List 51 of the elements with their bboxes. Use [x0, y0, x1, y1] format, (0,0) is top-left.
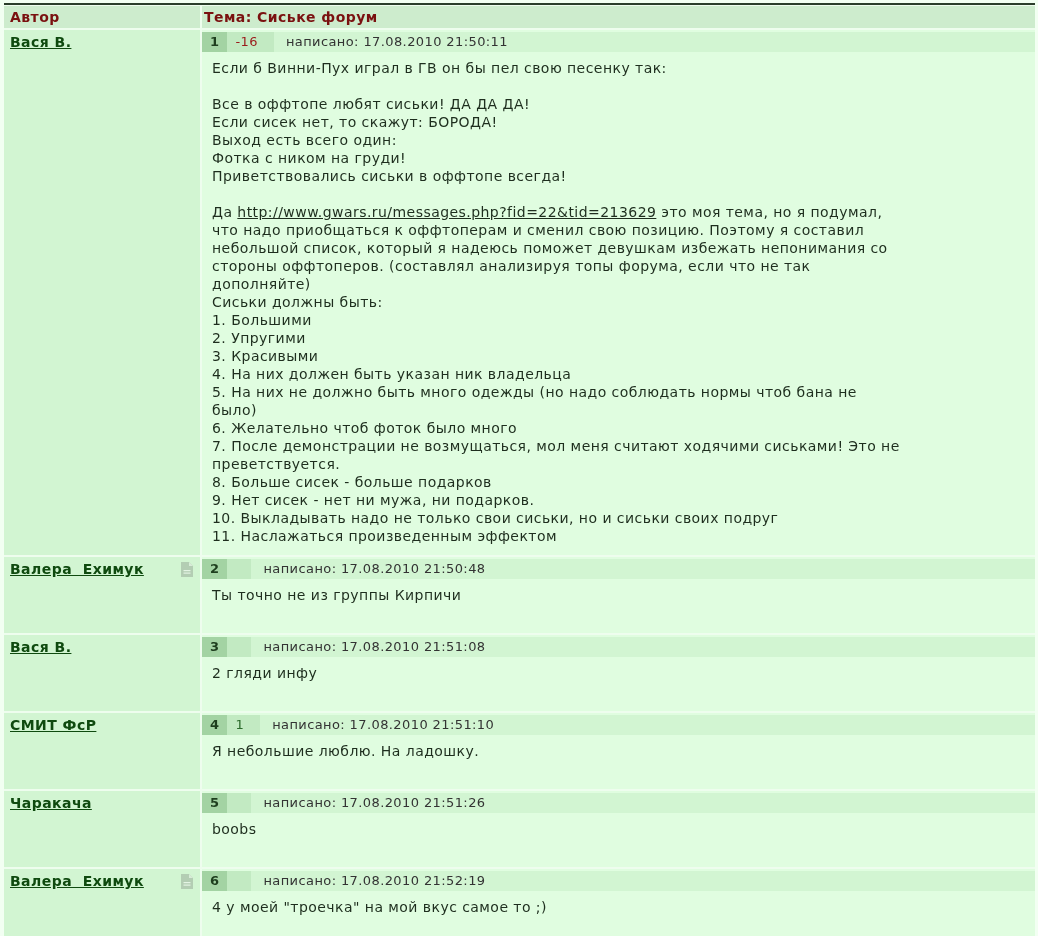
column-header: Автор	[4, 6, 200, 28]
post-text: 2 гляди инфу	[212, 664, 319, 682]
post-text: Да http://www.gwars.ru/messages.php?fid=22&tid=213629 это моя тема, но я подумал, что надо приобщаться к оффтоперам и сменил свою позицию. Поэтому я составил небольшой список, который я надеюсь поможет девушкам избежать непонимания со стороны оффтоперов. (составлял анализируя топы форума, если что не так дополняйте)	[212, 203, 889, 293]
post-text: boobs	[212, 820, 258, 838]
post-number[interactable]: 5	[202, 793, 228, 813]
post-text: 5. На них не должно быть много одежды (но надо соблюдать нормы чтоб бана не было)	[212, 383, 858, 419]
post-text: Если сисек нет, то скажут: БОРОДА!	[212, 113, 499, 131]
post-text: Ты точно не из группы Кирпичи	[212, 586, 463, 604]
post-timestamp: написано: 17.08.2010 21:50:48	[263, 560, 486, 578]
post-number[interactable]: 4	[202, 715, 228, 735]
rating-cell	[227, 559, 252, 579]
post-text: Все в оффтопе любят сиськи! ДА ДА ДА!	[212, 95, 531, 113]
post-text: 3. Красивыми	[212, 347, 320, 365]
post-text: 2. Упругими	[212, 329, 307, 347]
post-text: Сиськи должны быть:	[212, 293, 384, 311]
author-link[interactable]: СМИТ ФсР	[10, 716, 97, 734]
rating-value: 1	[235, 716, 245, 734]
post-number[interactable]: 3	[202, 637, 228, 657]
post-text: 6. Желательно чтоб фоток было много	[212, 419, 518, 437]
post-number[interactable]: 1	[202, 32, 228, 52]
post-timestamp: написано: 17.08.2010 21:51:26	[263, 794, 486, 812]
post-text: 8. Больше сисек - больше подарков	[212, 473, 493, 491]
post-text: 4 у моей "троечка" на мой вкус самое то ;)	[212, 898, 548, 916]
post-text: 11. Наслажаться произведенным эффектом	[212, 527, 558, 545]
post-text: 9. Нет сисек - нет ни мужа, ни подарков.	[212, 491, 536, 509]
author-link[interactable]: Валера Ехимук	[10, 872, 144, 890]
author-link[interactable]: Валера Ехимук	[10, 560, 144, 578]
rating-cell	[227, 637, 252, 657]
post-text: 4. На них должен быть указан ник владельца	[212, 365, 573, 383]
post-text: 10. Выкладывать надо не только свои сиськи, но и сиськи своих подруг	[212, 509, 780, 527]
author-link[interactable]: Чаракача	[10, 794, 92, 812]
post-text: Если б Винни-Пух играл в ГВ он бы пел свою песенку так:	[212, 59, 668, 77]
post-link[interactable]: http://www.gwars.ru/messages.php?fid=22&tid=213629	[237, 204, 657, 220]
rating-value: -16	[235, 33, 258, 51]
author-link[interactable]: Вася В.	[10, 33, 72, 51]
rating-cell	[227, 793, 252, 813]
post-text: Выход есть всего один:	[212, 131, 398, 149]
post-timestamp: написано: 17.08.2010 21:52:19	[263, 872, 486, 890]
post-timestamp: написано: 17.08.2010 21:51:10	[272, 716, 495, 734]
post-number[interactable]: 2	[202, 559, 228, 579]
post-timestamp: написано: 17.08.2010 21:51:08	[263, 638, 486, 656]
post-timestamp: написано: 17.08.2010 21:50:11	[285, 33, 508, 51]
author-link[interactable]: Вася В.	[10, 638, 72, 656]
column-header: Тема: Сиське форум	[202, 6, 1035, 28]
post-text: Приветствовались сиськи в оффтопе всегда!	[212, 167, 568, 185]
post-text: 1. Большими	[212, 311, 313, 329]
post-text: 7. После демонстрации не возмущаться, мол меня считают ходячими сиськами! Это не преветствуется.	[212, 437, 901, 473]
post-number[interactable]: 6	[202, 871, 228, 891]
post-text: Фотка с ником на груди!	[212, 149, 408, 167]
post-text: Я небольшие люблю. На ладошку.	[212, 742, 481, 760]
rating-cell	[227, 871, 252, 891]
